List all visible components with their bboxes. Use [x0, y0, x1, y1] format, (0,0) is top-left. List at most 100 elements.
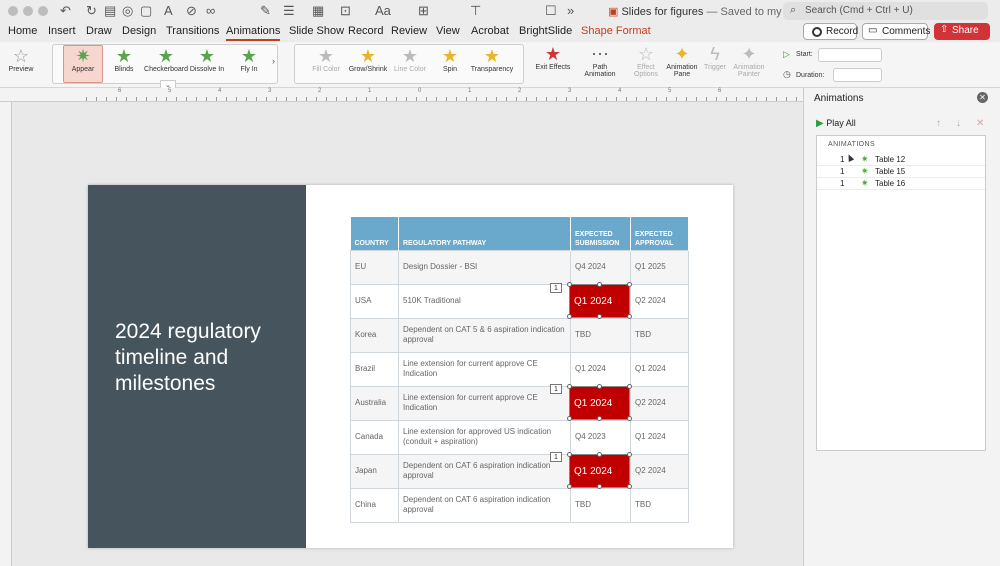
resize-handle[interactable] — [567, 282, 572, 287]
animation-list-item[interactable]: 1 ✷ Table 15 — [817, 166, 985, 178]
resize-handle[interactable] — [597, 484, 602, 489]
duration-stepper[interactable] — [833, 68, 882, 82]
trigger-button[interactable]: ϟ Trigger — [700, 44, 730, 71]
slide-title[interactable]: 2024 regulatory timeline and milestones — [115, 319, 295, 397]
resize-handle[interactable] — [567, 384, 572, 389]
animation-list-item[interactable]: 1 ✷ Table 16 — [817, 178, 985, 190]
resize-handle[interactable] — [627, 484, 632, 489]
transparency-icon: ★ — [483, 46, 501, 66]
ruler-tick — [156, 97, 157, 101]
slide-canvas[interactable]: 2024 regulatory timeline and milestones … — [88, 185, 733, 548]
tab-transitions[interactable]: Transitions — [166, 25, 219, 37]
undo-icon[interactable]: ↶ — [60, 3, 71, 19]
resize-handle[interactable] — [597, 452, 602, 457]
effect-fill-color[interactable]: ★ Fill Color — [306, 46, 346, 73]
gallery-scroll-icon[interactable]: › — [272, 56, 275, 66]
resize-handle[interactable] — [567, 314, 572, 319]
animation-order-tag[interactable]: 1 — [550, 452, 562, 462]
resize-handle[interactable] — [567, 484, 572, 489]
animation-order-tag[interactable]: 1 — [550, 283, 562, 293]
share-button[interactable]: ⇧ Share — [934, 23, 990, 40]
distribute-icon[interactable]: ⊤ — [470, 3, 481, 19]
resize-handle[interactable] — [597, 384, 602, 389]
resize-handle[interactable] — [597, 416, 602, 421]
tab-design[interactable]: Design — [122, 25, 156, 37]
tab-animations[interactable]: Animations — [226, 25, 281, 41]
font-size-icon[interactable]: Aa — [375, 3, 391, 18]
effect-dissolve-in[interactable]: ★ Dissolve In — [188, 46, 226, 73]
effect-options-button[interactable]: ☆ Effect Options — [628, 44, 664, 78]
minimize-window-button[interactable] — [23, 6, 33, 16]
move-up-icon[interactable]: ↑ — [936, 118, 941, 129]
pen-icon[interactable]: ✎ — [260, 3, 271, 19]
record-button[interactable]: Record — [803, 23, 858, 40]
resize-handle[interactable] — [567, 416, 572, 421]
list-icon[interactable]: ☰ — [283, 3, 295, 19]
animation-list-item[interactable]: 1 ✷ Table 12 — [817, 154, 985, 166]
delete-icon[interactable]: ✕ — [976, 118, 984, 129]
tab-home[interactable]: Home — [8, 25, 37, 37]
highlight-box[interactable]: Q1 2024 — [569, 386, 630, 420]
animation-painter-button[interactable]: ✦ Animation Painter — [731, 44, 767, 78]
zoom-window-button[interactable] — [38, 6, 48, 16]
tab-insert[interactable]: Insert — [48, 25, 76, 37]
crop-icon[interactable]: ⊡ — [340, 3, 351, 19]
tab-draw[interactable]: Draw — [86, 25, 112, 37]
resize-handle[interactable] — [627, 314, 632, 319]
effect-line-color[interactable]: ★ Line Color — [390, 46, 430, 73]
resize-handle[interactable] — [597, 282, 602, 287]
table-cell: Q1 2024 — [570, 351, 631, 387]
effect-transparency[interactable]: ★ Transparency — [470, 46, 514, 73]
ruler-tick — [306, 97, 307, 101]
move-down-icon[interactable]: ↓ — [956, 118, 961, 129]
tab-view[interactable]: View — [436, 25, 460, 37]
resize-handle[interactable] — [627, 452, 632, 457]
play-all-button[interactable]: ▶ Play All — [816, 118, 856, 129]
redo-icon[interactable]: ↻ — [86, 3, 97, 19]
search-input[interactable]: ⌕ Search (Cmd + Ctrl + U) — [783, 2, 988, 20]
regulatory-table[interactable]: COUNTRY REGULATORY PATHWAY EXPECTED SUBM… — [350, 217, 689, 523]
highlight-box[interactable]: Q1 2024 — [569, 454, 630, 488]
close-icon[interactable]: ✕ — [977, 92, 988, 103]
tab-slide-show[interactable]: Slide Show — [289, 25, 344, 37]
animation-order-tag[interactable]: 1 — [550, 384, 562, 394]
effect-blinds[interactable]: ★ Blinds — [105, 46, 143, 73]
effect-fly-in[interactable]: ★ Fly In — [230, 46, 268, 73]
align-icon[interactable]: ⊞ — [418, 3, 429, 19]
save-icon[interactable]: ▤ — [104, 3, 116, 19]
tab-brightslide[interactable]: BrightSlide — [519, 25, 572, 37]
start-dropdown[interactable] — [818, 48, 882, 62]
checkbox-icon[interactable]: ☐ — [545, 3, 557, 19]
grid-icon[interactable]: ▦ — [312, 3, 324, 19]
more-icon[interactable]: » — [567, 3, 574, 18]
comments-button[interactable]: ▭ Comments — [862, 23, 930, 40]
resize-handle[interactable] — [567, 452, 572, 457]
insert-picture-icon[interactable]: ◎ — [122, 3, 133, 19]
resize-handle[interactable] — [597, 314, 602, 319]
path-animation-button[interactable]: ⋯ Path Animation — [578, 44, 622, 78]
resize-handle[interactable] — [627, 282, 632, 287]
close-window-button[interactable] — [8, 6, 18, 16]
resize-handle[interactable] — [627, 384, 632, 389]
ruler-tick — [536, 97, 537, 101]
shape-icon[interactable]: ▢ — [140, 3, 152, 19]
ruler-number: 3 — [268, 88, 272, 94]
tab-shape-format[interactable]: Shape Format — [581, 25, 651, 37]
tab-record[interactable]: Record — [348, 25, 383, 37]
link-icon[interactable]: ∞ — [206, 3, 215, 18]
resize-handle[interactable] — [627, 416, 632, 421]
effect-appear[interactable]: ✷ Appear — [64, 46, 102, 73]
textbox-icon[interactable]: A — [164, 3, 173, 18]
highlight-box[interactable]: Q1 2024 — [569, 284, 630, 318]
table-row: China Dependent on CAT 6 aspiration indic… — [350, 487, 689, 523]
effect-checkerboard[interactable]: ★ Checkerboard — [144, 46, 188, 73]
tab-review[interactable]: Review — [391, 25, 427, 37]
effect-spin[interactable]: ★ Spin — [432, 46, 468, 73]
ruler-tick — [676, 97, 677, 101]
tab-acrobat[interactable]: Acrobat — [471, 25, 509, 37]
effect-grow-shrink[interactable]: ★ Grow/Shrink — [348, 46, 388, 73]
preview-button[interactable]: ☆ Preview — [6, 46, 36, 73]
format-icon[interactable]: ⊘ — [186, 3, 197, 19]
exit-effects-button[interactable]: ★ Exit Effects — [534, 44, 572, 71]
animation-pane-button[interactable]: ✦ Animation Pane — [664, 44, 700, 78]
